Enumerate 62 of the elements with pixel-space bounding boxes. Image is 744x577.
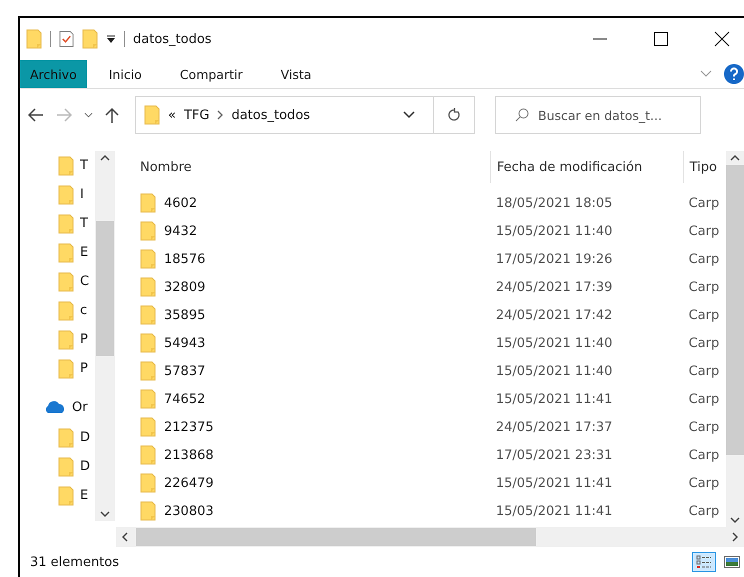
file-name[interactable]: 212375	[164, 420, 214, 434]
breadcrumb[interactable]: TFG	[184, 108, 210, 122]
table-cell-text: Carp	[688, 392, 720, 406]
nav-item[interactable]: D	[58, 423, 95, 452]
file-name[interactable]: 57837	[164, 364, 206, 378]
nav-item[interactable]: P	[58, 354, 95, 383]
ribbon-tab[interactable]: Archivo	[20, 60, 87, 88]
table-cell-text: Carp	[688, 224, 720, 238]
file-name[interactable]: 32809	[164, 280, 206, 294]
table-cell-text: Carp	[688, 336, 720, 350]
search-field[interactable]: Buscar en datos_t...	[495, 96, 701, 134]
overflow-chevron[interactable]: «	[168, 108, 176, 122]
nav-item[interactable]: c	[58, 296, 95, 325]
column-header[interactable]: Tipo	[682, 151, 722, 183]
column-header[interactable]: Fecha de modificación	[490, 151, 683, 183]
table-cell-text: Carp	[688, 476, 720, 490]
ribbon-tab[interactable]: Compartir	[160, 60, 262, 88]
nav-item[interactable]: C	[58, 267, 95, 296]
nav-item[interactable]: E	[58, 481, 95, 510]
table-cell-text: 15/05/2021 11:41	[494, 476, 614, 490]
file-name[interactable]: 4602	[164, 196, 198, 210]
table-cell-text: Carp	[688, 252, 720, 266]
table-cell-text: 15/05/2021 11:41	[494, 504, 614, 518]
table-cell-text: 15/05/2021 11:41	[494, 392, 614, 406]
nav-item[interactable]: E	[58, 238, 95, 267]
table-cell-text: Carp	[688, 448, 720, 462]
table-cell-text: Carp	[688, 504, 720, 518]
window-title: datos_todos	[133, 32, 212, 46]
file-name[interactable]: 18576	[164, 252, 206, 266]
table-cell-text: Carp	[688, 420, 720, 434]
file-name[interactable]: 213868	[164, 448, 214, 462]
table-cell-text: 17/05/2021 19:26	[494, 252, 614, 266]
table-cell-text: 17/05/2021 23:31	[494, 448, 614, 462]
table-cell-text: 24/05/2021 17:37	[494, 420, 614, 434]
file-name[interactable]: 54943	[164, 336, 206, 350]
file-name[interactable]: 9432	[164, 224, 198, 238]
table-cell-text: Carp	[688, 196, 720, 210]
nav-item[interactable]: T	[58, 151, 95, 180]
item-count: 31 elementos	[30, 554, 120, 570]
nav-item[interactable]: T	[58, 209, 95, 238]
nav-item[interactable]: Or	[44, 383, 95, 423]
ribbon-tab[interactable]: Inicio	[90, 60, 161, 88]
column-header[interactable]: Nombre	[140, 151, 490, 183]
ribbon-tab[interactable]: Vista	[262, 60, 330, 88]
table-cell-text: Carp	[688, 364, 720, 378]
table-cell-text: Carp	[688, 308, 720, 322]
file-name[interactable]: 226479	[164, 476, 214, 490]
table-cell-text: 15/05/2021 11:40	[494, 364, 614, 378]
file-name[interactable]: 230803	[164, 504, 214, 518]
file-name[interactable]: 74652	[164, 392, 206, 406]
nav-item[interactable]: I	[58, 180, 95, 209]
table-cell-text: Carp	[688, 280, 720, 294]
table-cell-text: 24/05/2021 17:42	[494, 308, 614, 322]
file-name[interactable]: 35895	[164, 308, 206, 322]
nav-item[interactable]: P	[58, 325, 95, 354]
breadcrumb[interactable]: datos_todos	[231, 108, 310, 122]
address-bar[interactable]: « TFG datos_todos	[135, 96, 475, 134]
table-cell-text: 18/05/2021 18:05	[494, 196, 614, 210]
table-cell-text: 15/05/2021 11:40	[494, 336, 614, 350]
nav-item[interactable]: D	[58, 452, 95, 481]
table-cell-text: 24/05/2021 17:39	[494, 280, 614, 294]
table-cell-text: 15/05/2021 11:40	[494, 224, 614, 238]
